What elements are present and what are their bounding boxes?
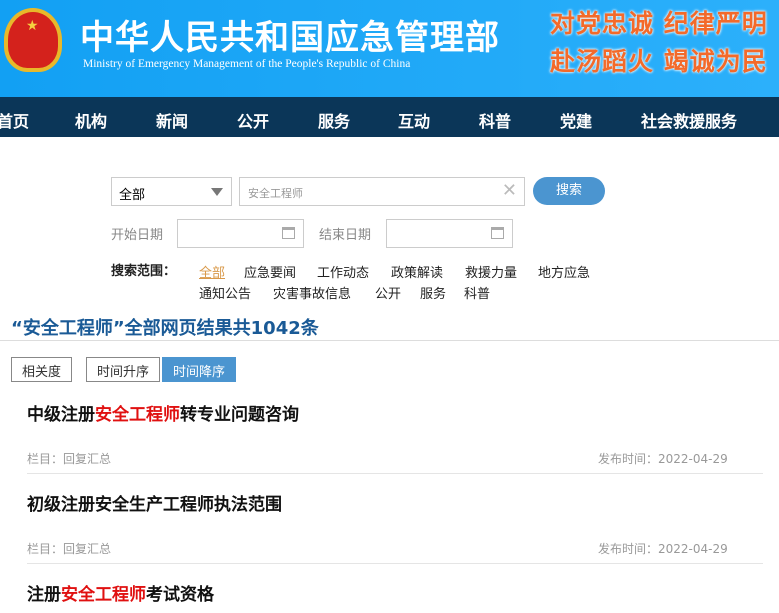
- range-item[interactable]: 救援力量: [465, 262, 517, 281]
- result-title[interactable]: 初级注册安全生产工程师执法范围: [27, 490, 282, 515]
- end-date-input[interactable]: [386, 219, 513, 248]
- results-summary: “安全工程师”全部网页结果共1042条: [11, 318, 319, 339]
- result-title[interactable]: 注册安全工程师考试资格: [27, 580, 214, 605]
- range-item[interactable]: 政策解读: [391, 262, 443, 281]
- search-input[interactable]: 安全工程师 ✕: [239, 177, 525, 206]
- range-item[interactable]: 应急要闻: [244, 262, 296, 281]
- search-button[interactable]: 搜索: [533, 177, 605, 205]
- dropdown-arrow-icon: [211, 188, 223, 196]
- range-item[interactable]: 科普: [464, 283, 490, 302]
- calendar-icon[interactable]: [282, 227, 295, 239]
- nav-news[interactable]: 新闻: [156, 108, 188, 132]
- sort-time-desc[interactable]: 时间降序: [162, 357, 237, 382]
- result-date: 发布时间：2022-04-29: [598, 542, 728, 556]
- nav-science[interactable]: 科普: [479, 108, 511, 132]
- nav-rescue[interactable]: 社会救援服务: [641, 108, 737, 132]
- main-nav: 首页 机构 新闻 公开 服务 互动 科普 党建 社会救援服务: [0, 97, 779, 137]
- range-item[interactable]: 服务: [420, 283, 446, 302]
- sort-relevance[interactable]: 相关度: [11, 357, 73, 382]
- start-date-label: 开始日期: [111, 228, 164, 243]
- slogan-2: 赴汤蹈火 竭诚为民: [550, 47, 768, 76]
- divider: [27, 563, 763, 564]
- site-subtitle: Ministry of Emergency Management of the …: [83, 58, 411, 70]
- divider: [0, 340, 779, 341]
- nav-service[interactable]: 服务: [318, 108, 350, 132]
- range-all[interactable]: 全部: [199, 262, 225, 281]
- nav-public[interactable]: 公开: [237, 108, 269, 132]
- scope-select[interactable]: 全部: [111, 177, 232, 206]
- site-header: ★ 中华人民共和国应急管理部 Ministry of Emergency Man…: [0, 0, 779, 97]
- end-date-label: 结束日期: [319, 228, 372, 243]
- nav-org[interactable]: 机构: [75, 108, 107, 132]
- nav-interact[interactable]: 互动: [398, 108, 430, 132]
- result-title[interactable]: 中级注册安全工程师转专业问题咨询: [27, 400, 299, 425]
- range-item[interactable]: 通知公告: [199, 283, 251, 302]
- divider: [27, 473, 763, 474]
- search-query: 安全工程师: [248, 187, 303, 200]
- clear-icon[interactable]: ✕: [502, 180, 517, 201]
- range-item[interactable]: 地方应急: [538, 262, 590, 281]
- site-title: 中华人民共和国应急管理部: [80, 18, 500, 58]
- nav-home[interactable]: 首页: [0, 108, 29, 132]
- result-column: 栏目：回复汇总: [27, 452, 112, 466]
- result-date: 发布时间：2022-04-29: [598, 452, 728, 466]
- result-column: 栏目：回复汇总: [27, 542, 112, 556]
- start-date-input[interactable]: [177, 219, 304, 248]
- nav-party[interactable]: 党建: [560, 108, 592, 132]
- range-item[interactable]: 灾害事故信息: [273, 283, 351, 302]
- national-emblem-icon: ★: [4, 8, 62, 72]
- slogan-1: 对党忠诚 纪律严明: [550, 9, 768, 38]
- scope-select-value: 全部: [119, 188, 146, 203]
- sort-time-asc[interactable]: 时间升序: [86, 357, 161, 382]
- range-label: 搜索范围：: [111, 264, 177, 279]
- calendar-icon[interactable]: [491, 227, 504, 239]
- range-item[interactable]: 工作动态: [317, 262, 369, 281]
- range-item[interactable]: 公开: [375, 283, 401, 302]
